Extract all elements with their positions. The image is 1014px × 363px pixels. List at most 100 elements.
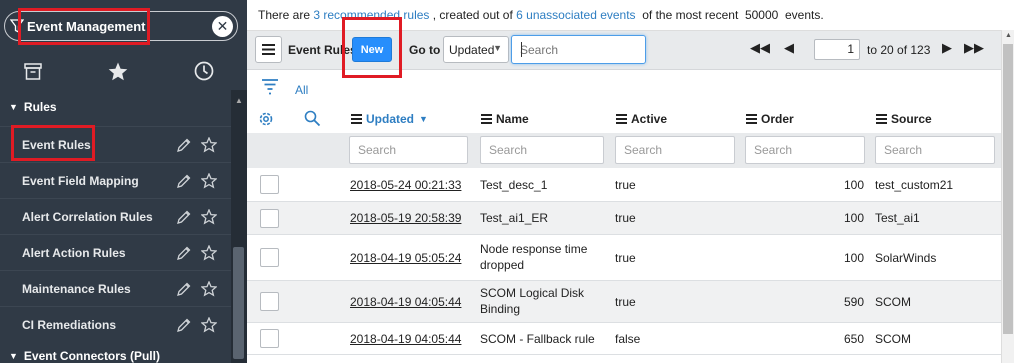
row-checkbox[interactable]	[260, 175, 279, 194]
nav-section-event-connectors[interactable]: ▼ Event Connectors (Pull)	[0, 346, 231, 363]
cell-updated-link[interactable]: 2018-05-24 00:21:33	[350, 177, 461, 193]
scroll-up-icon[interactable]: ▲	[235, 96, 243, 105]
star-outline-icon[interactable]	[201, 244, 217, 261]
scrollbar-thumb[interactable]	[1003, 44, 1013, 334]
cell-source: test_custom21	[875, 178, 954, 192]
cell-name: SCOM - Fallback rule	[480, 332, 595, 346]
column-header-active[interactable]: Active	[616, 112, 667, 126]
nav-item-ci-remediations[interactable]: CI Remediations	[0, 306, 231, 342]
cell-active: true	[615, 211, 636, 225]
cell-active: true	[615, 295, 636, 309]
star-outline-icon[interactable]	[201, 316, 217, 333]
star-outline-icon[interactable]	[201, 280, 217, 297]
nav-item-label: Alert Action Rules	[22, 245, 126, 260]
new-button[interactable]: New	[352, 37, 392, 62]
breadcrumb-all-link[interactable]: All	[295, 83, 308, 97]
nav-item-event-rules[interactable]: Event Rules	[0, 126, 231, 162]
cell-updated-link[interactable]: 2018-04-19 04:05:44	[350, 294, 461, 310]
nav-item-label: Event Rules	[22, 137, 91, 152]
nav-item-label: Alert Correlation Rules	[22, 209, 153, 224]
application-navigator: ✕ ▼ Rules Event Rules	[0, 0, 247, 363]
column-menu-icon[interactable]	[481, 112, 492, 126]
list-body: 2018-05-24 00:21:33 Test_desc_1 true 100…	[247, 168, 1001, 363]
search-updated-input[interactable]	[349, 136, 468, 164]
list-context-menu-button[interactable]	[255, 36, 282, 63]
cell-source: SolarWinds	[875, 251, 937, 265]
column-header-label: Active	[631, 112, 668, 126]
row-checkbox[interactable]	[260, 248, 279, 267]
cell-source: SCOM	[875, 332, 911, 346]
column-header-name[interactable]: Name	[481, 112, 529, 126]
caret-down-icon: ▼	[9, 102, 18, 112]
cell-updated-link[interactable]: 2018-04-19 05:05:24	[350, 250, 461, 266]
page-number-input[interactable]: 1	[814, 39, 860, 60]
column-menu-icon[interactable]	[351, 112, 362, 126]
column-header-source[interactable]: Source	[876, 112, 932, 126]
nav-item-event-field-mapping[interactable]: Event Field Mapping	[0, 162, 231, 198]
star-outline-icon[interactable]	[201, 208, 217, 225]
filter-icon	[10, 19, 24, 34]
unassociated-events-link[interactable]: 6 unassociated events	[516, 8, 635, 22]
navigator-filter-input[interactable]	[27, 16, 207, 36]
list-title: Event Rules	[288, 43, 357, 57]
list-search-box[interactable]	[511, 35, 646, 64]
nav-item-maintenance-rules[interactable]: Maintenance Rules	[0, 270, 231, 306]
nav-item-alert-action-rules[interactable]: Alert Action Rules	[0, 234, 231, 270]
scrollbar-thumb[interactable]	[233, 247, 244, 359]
pencil-icon[interactable]	[176, 173, 192, 189]
row-checkbox[interactable]	[260, 209, 279, 228]
cell-source: Test_ai1	[875, 211, 920, 225]
goto-label: Go to	[409, 43, 441, 57]
column-header-updated[interactable]: Updated ▼	[351, 112, 428, 126]
recommended-rules-link[interactable]: 3 recommended rules	[313, 8, 429, 22]
list-scrollbar[interactable]: ▲	[1001, 30, 1014, 363]
list-search-input[interactable]	[512, 36, 645, 63]
table-row: 2018-05-19 20:58:39 Test_ai1_ER true 100…	[247, 202, 1001, 235]
column-header-order[interactable]: Order	[746, 112, 794, 126]
cell-name: Test_desc_1	[480, 178, 548, 192]
pencil-icon[interactable]	[176, 317, 192, 333]
page-range-text: to 20 of 123	[867, 43, 931, 57]
goto-field-value: Updated	[449, 42, 495, 57]
cell-order: 100	[843, 178, 864, 192]
cell-name: Test_ai1_ER	[480, 211, 549, 225]
tab-favorites[interactable]	[98, 54, 138, 88]
navigator-scrollbar[interactable]: ▲	[231, 90, 247, 363]
scroll-up-icon[interactable]: ▲	[1005, 32, 1012, 39]
tab-history[interactable]	[184, 54, 224, 88]
text-cursor	[521, 42, 522, 57]
search-source-input[interactable]	[875, 136, 995, 164]
nav-item-alert-correlation-rules[interactable]: Alert Correlation Rules	[0, 198, 231, 234]
info-middle: , created out of	[429, 8, 517, 22]
tab-all-applications[interactable]	[13, 54, 53, 88]
star-outline-icon[interactable]	[201, 136, 217, 153]
recommendation-info-bar: There are 3 recommended rules , created …	[247, 0, 1001, 30]
row-checkbox[interactable]	[260, 292, 279, 311]
pencil-icon[interactable]	[176, 137, 192, 153]
cell-updated-link[interactable]: 2018-04-19 04:05:44	[350, 331, 461, 347]
column-menu-icon[interactable]	[876, 112, 887, 126]
cell-updated-link[interactable]: 2018-05-19 20:58:39	[350, 210, 461, 226]
previous-page-icon[interactable]: ◀	[784, 40, 794, 56]
clear-filter-icon[interactable]: ✕	[212, 16, 233, 37]
table-row: 2018-04-19 05:05:24 Node response time d…	[247, 235, 1001, 281]
gear-icon[interactable]	[257, 110, 275, 128]
row-checkbox[interactable]	[260, 329, 279, 348]
pencil-icon[interactable]	[176, 281, 192, 297]
goto-field-select[interactable]: Updated ▼	[443, 36, 509, 63]
nav-section-rules[interactable]: ▼ Rules	[0, 90, 231, 124]
search-order-input[interactable]	[745, 136, 865, 164]
pencil-icon[interactable]	[176, 245, 192, 261]
column-menu-icon[interactable]	[746, 112, 757, 126]
funnel-icon[interactable]	[261, 78, 279, 96]
pencil-icon[interactable]	[176, 209, 192, 225]
search-name-input[interactable]	[480, 136, 604, 164]
search-active-input[interactable]	[615, 136, 735, 164]
column-menu-icon[interactable]	[616, 112, 627, 126]
star-outline-icon[interactable]	[201, 172, 217, 189]
search-icon[interactable]	[304, 110, 321, 127]
next-page-icon[interactable]: ▶	[942, 40, 952, 56]
last-page-icon[interactable]: ▶▶	[964, 40, 984, 56]
first-page-icon[interactable]: ◀◀	[750, 40, 770, 56]
nav-item-label: Maintenance Rules	[22, 281, 131, 296]
